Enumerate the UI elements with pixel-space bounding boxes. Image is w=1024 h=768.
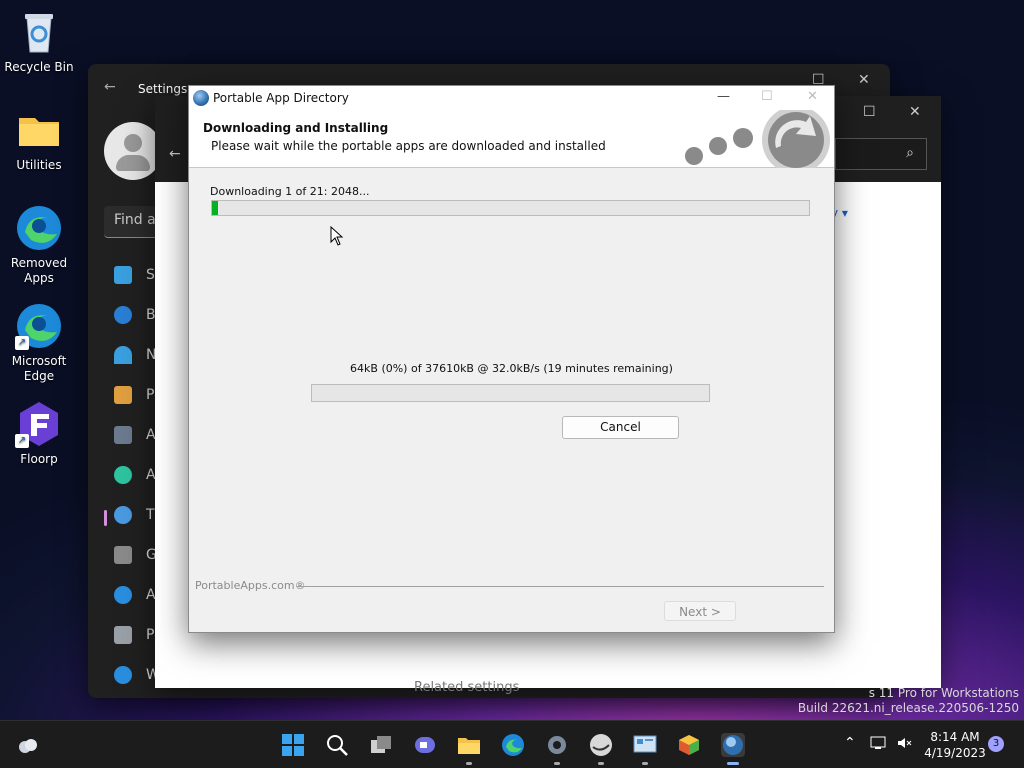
notification-badge[interactable]: 3: [988, 736, 1004, 752]
desktop-icon-label: Utilities: [16, 158, 62, 172]
apps-icon: [114, 426, 132, 444]
shortcut-arrow-icon: ↗: [15, 336, 29, 350]
running-indicator: [554, 762, 560, 765]
weather-cloud-icon[interactable]: [16, 733, 40, 757]
brush-icon: [114, 386, 132, 404]
search-icon: ⌕: [906, 145, 914, 161]
desktop-icon-utilities[interactable]: Utilities: [4, 106, 74, 173]
close-icon[interactable]: ✕: [909, 104, 921, 120]
accessibility-icon: [114, 586, 132, 604]
file-explorer-icon[interactable]: [457, 733, 481, 757]
desktop-icon-label: Recycle Bin: [4, 60, 74, 74]
wifi-icon: [114, 346, 132, 364]
folder-icon: [15, 106, 63, 154]
download-status-text: 64kB (0%) of 37610kB @ 32.0kB/s (19 minu…: [350, 362, 673, 375]
overall-progress-fill: [212, 201, 218, 215]
monitor-icon: [114, 266, 132, 284]
desktop-icon-removed-apps[interactable]: Removed Apps: [4, 204, 74, 286]
portableapps-header-logo-icon: [685, 110, 830, 168]
cancel-button[interactable]: Cancel: [562, 416, 679, 439]
shortcut-arrow-icon: ↗: [15, 434, 29, 448]
desktop-icon-microsoft-edge[interactable]: ↗ Microsoft Edge: [4, 302, 74, 384]
chevron-up-icon[interactable]: ⌃: [844, 735, 856, 751]
running-indicator: [466, 762, 472, 765]
chat-icon[interactable]: [413, 733, 437, 757]
floorp-icon: ↗: [15, 400, 63, 448]
settings-gear-icon[interactable]: [545, 733, 569, 757]
portable-app-directory-icon[interactable]: [721, 733, 745, 757]
portable-apps-icon[interactable]: [633, 733, 657, 757]
clock-time: 8:14 AM: [930, 730, 980, 744]
taskbar: ⌃ 8:14 AM 4/19/2023: [0, 720, 1024, 768]
maximize-icon[interactable]: ☐: [863, 104, 876, 120]
back-arrow-icon[interactable]: ←: [169, 146, 181, 162]
related-settings-heading: Related settings: [414, 680, 520, 695]
clock-date: 4/19/2023: [924, 746, 986, 760]
taskbar-clock[interactable]: 8:14 AM 4/19/2023: [922, 729, 988, 761]
dialog-header: Downloading and Installing Please wait w…: [189, 110, 834, 168]
desktop-icon-label: Floorp: [20, 452, 58, 466]
sidebar-item-label: T: [146, 507, 155, 523]
bluetooth-icon: [114, 306, 132, 324]
search-placeholder: Find a: [114, 212, 156, 228]
header-subtitle: Please wait while the portable apps are …: [211, 139, 606, 153]
desktop-icon-floorp[interactable]: ↗ Floorp: [4, 400, 74, 467]
package-icon[interactable]: [677, 733, 701, 757]
mouse-cursor-icon: [330, 226, 344, 246]
sidebar-item-label: S: [146, 267, 155, 283]
recycle-bin-icon: [15, 8, 63, 56]
desktop-icon-label: Microsoft Edge: [11, 354, 67, 383]
app-icon[interactable]: [589, 733, 613, 757]
minimize-icon[interactable]: —: [717, 89, 730, 104]
sidebar-item-label: P: [146, 387, 155, 403]
desktop-icon-label: Removed Apps: [10, 256, 68, 285]
settings-window-title: Settings: [138, 82, 188, 96]
next-button[interactable]: Next >: [664, 601, 736, 621]
volume-muted-icon[interactable]: [896, 735, 912, 755]
update-icon: [114, 666, 132, 684]
divider: [297, 586, 824, 587]
portable-app-directory-dialog: Portable App Directory — ☐ ✕ Downloading…: [188, 85, 835, 633]
desktop-icon-recycle-bin[interactable]: Recycle Bin: [4, 8, 74, 75]
search-icon[interactable]: [325, 733, 349, 757]
dialog-title: Portable App Directory: [213, 91, 349, 105]
dialog-titlebar: Portable App Directory — ☐ ✕: [189, 86, 834, 110]
close-icon[interactable]: ✕: [858, 72, 870, 88]
gamepad-icon: [114, 546, 132, 564]
clock-globe-icon: [114, 506, 132, 524]
windows-build-watermark: Build 22621.ni_release.220506-1250: [797, 701, 1019, 715]
windows-edition-watermark: s 11 Pro for Workstations: [868, 686, 1019, 700]
sidebar-item-label: P: [146, 627, 155, 643]
running-indicator: [727, 762, 739, 765]
start-windows-icon[interactable]: [281, 733, 305, 757]
overall-progress-label: Downloading 1 of 21: 2048...: [210, 185, 370, 198]
close-icon: ✕: [807, 89, 818, 104]
running-indicator: [642, 762, 648, 765]
running-indicator: [598, 762, 604, 765]
person-icon: [114, 466, 132, 484]
edge-icon[interactable]: [501, 733, 525, 757]
task-view-icon[interactable]: [369, 733, 393, 757]
maximize-icon: ☐: [761, 89, 773, 104]
portableapps-brand: PortableApps.com®: [195, 579, 306, 592]
globe-app-icon: [193, 90, 209, 106]
header-title: Downloading and Installing: [203, 121, 389, 135]
edge-icon: [15, 204, 63, 252]
avatar: [104, 122, 162, 180]
file-progress-bar: [311, 384, 710, 402]
edge-icon: ↗: [15, 302, 63, 350]
search-input[interactable]: ⌕: [835, 138, 927, 170]
back-arrow-icon[interactable]: ←: [104, 79, 116, 95]
active-indicator: [104, 510, 107, 526]
network-icon[interactable]: [870, 735, 886, 755]
overall-progress-bar: [211, 200, 810, 216]
shield-icon: [114, 626, 132, 644]
